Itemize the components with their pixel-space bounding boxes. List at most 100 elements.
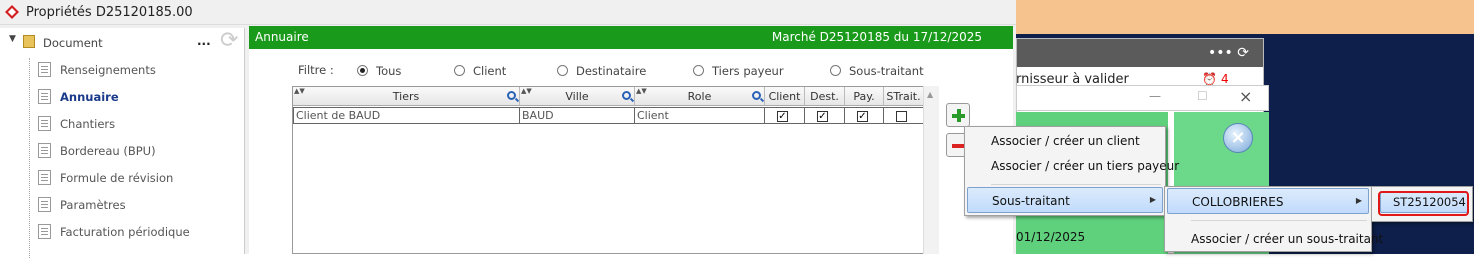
column-title: Ville [565, 90, 589, 103]
radio-icon [557, 65, 568, 76]
cell-strait [884, 107, 924, 124]
minimize-icon[interactable]: — [1149, 89, 1161, 103]
search-icon[interactable] [507, 91, 516, 100]
chevron-right-icon: ▶ [1149, 195, 1156, 204]
menu-item-associer-sous-traitant[interactable]: Associer / créer un sous-traitant [1167, 226, 1383, 252]
filter-radio-tiers-payeur[interactable]: Tiers payeur [693, 64, 784, 78]
radio-label: Tiers payeur [712, 64, 784, 78]
tree-item-label: Bordereau (BPU) [60, 144, 156, 158]
tree-item-label: Paramètres [60, 198, 126, 212]
document-icon [38, 62, 51, 77]
radio-label: Destinataire [576, 64, 647, 78]
column-title: Pay. [853, 90, 875, 103]
column-header-client[interactable]: Client [765, 87, 805, 106]
checkbox-dest[interactable]: ✓ [817, 111, 828, 122]
maximize-icon[interactable]: ☐ [1197, 89, 1208, 103]
alert-count-badge: 4 [1221, 72, 1229, 86]
column-title: Client [768, 90, 801, 103]
sort-icon[interactable]: ▲▼ [294, 87, 305, 95]
properties-window: Propriétés D25120185.00 ▼ Document ... ⟳… [0, 0, 1016, 258]
search-icon[interactable] [752, 91, 761, 100]
menu-item-sous-traitant[interactable]: Sous-traitant ▶ [967, 187, 1163, 213]
background-top-bar [1016, 0, 1474, 34]
document-icon [38, 197, 51, 212]
column-title: Role [687, 90, 712, 103]
cell-role[interactable]: Client [635, 107, 765, 124]
menu-item-label: Sous-traitant [992, 194, 1070, 208]
panel-title: Annuaire [255, 30, 309, 44]
cell-client: ✓ [765, 107, 805, 124]
window-titlebar: Propriétés D25120185.00 [0, 0, 1016, 25]
radio-icon [693, 65, 704, 76]
document-tree: ▼ Document ... ⟳ Renseignements Annuaire… [0, 28, 245, 258]
column-header-ville[interactable]: ▲▼ Ville [520, 87, 635, 106]
scroll-up-icon[interactable]: ▲ [927, 90, 933, 99]
column-title: STrait. [886, 90, 921, 103]
sort-icon[interactable]: ▲▼ [636, 87, 647, 95]
column-header-strait[interactable]: STrait. [884, 87, 924, 106]
table-scrollbar[interactable]: ▲ [923, 86, 939, 254]
radio-label: Sous-traitant [849, 64, 924, 78]
sort-icon[interactable]: ▲▼ [521, 87, 532, 95]
document-icon [38, 89, 51, 104]
panel-subtitle: Marché D25120185 du 17/12/2025 [771, 30, 982, 44]
column-header-tiers[interactable]: ▲▼ Tiers [293, 87, 520, 106]
document-icon [38, 224, 51, 239]
filter-radio-tous[interactable]: Tous [357, 64, 401, 78]
document-icon [38, 143, 51, 158]
tree-connector [29, 58, 30, 258]
folder-icon [23, 35, 35, 48]
tree-item-label: Annuaire [60, 90, 119, 104]
column-title: Tiers [392, 90, 420, 103]
menu-item-associer-tiers-payeur[interactable]: Associer / créer un tiers payeur [967, 153, 1179, 179]
window-title: Propriétés D25120185.00 [26, 5, 193, 20]
checkbox-client[interactable]: ✓ [777, 111, 788, 122]
checkbox-strait[interactable] [896, 111, 907, 122]
column-header-pay[interactable]: Pay. [845, 87, 884, 106]
panel-header: Annuaire Marché D25120185 du 17/12/2025 [249, 26, 1013, 49]
filter-radio-sous-traitant[interactable]: Sous-traitant [830, 64, 924, 78]
cell-dest: ✓ [805, 107, 845, 124]
filter-label: Filtre : [298, 63, 334, 77]
tree-item-label: Formule de révision [60, 171, 174, 185]
context-menu: Associer / créer un client Associer / cr… [964, 126, 1179, 216]
background-date: 01/12/2025 [1016, 230, 1086, 244]
radio-icon [454, 65, 465, 76]
column-title: Dest. [810, 90, 839, 103]
radio-label: Client [473, 64, 507, 78]
document-icon [38, 170, 51, 185]
tree-item-label: Renseignements [60, 63, 156, 77]
cell-ville[interactable]: BAUD [520, 107, 635, 124]
refresh-icon[interactable]: ⟳ [1237, 45, 1249, 61]
chevron-right-icon: ▶ [1355, 196, 1362, 205]
tree-item-label: Chantiers [60, 117, 116, 131]
cell-tiers[interactable]: Client de BAUD [293, 107, 520, 124]
app-logo-icon [5, 5, 19, 19]
highlight-annotation [1378, 191, 1469, 216]
filter-radio-client[interactable]: Client [454, 64, 506, 78]
close-icon[interactable]: × [1239, 87, 1252, 106]
radio-selected-icon [357, 65, 368, 76]
document-icon [38, 116, 51, 131]
more-options-icon[interactable]: ... [197, 34, 211, 48]
menu-item-associer-client[interactable]: Associer / créer un client [967, 128, 1163, 154]
sous-traitant-submenu: COLLOBRIERES ▶ Associer / créer un sous-t… [1164, 186, 1383, 252]
tree-root-document[interactable]: Document [43, 36, 103, 50]
radio-label: Tous [376, 64, 402, 78]
menu-item-collobrieres[interactable]: COLLOBRIERES ▶ [1167, 188, 1369, 214]
search-icon[interactable] [622, 91, 631, 100]
menu-item-label: COLLOBRIERES [1192, 195, 1284, 209]
background-window-bar: — ☐ × [1016, 85, 1269, 111]
radio-icon [830, 65, 841, 76]
alarm-clock-icon: ⏰ [1202, 72, 1217, 86]
checkbox-pay[interactable]: ✓ [857, 111, 868, 122]
more-dots-icon[interactable]: ••• [1208, 45, 1233, 61]
close-circle-icon[interactable]: × [1223, 123, 1253, 153]
chevron-down-icon[interactable]: ▼ [9, 34, 16, 44]
column-header-dest[interactable]: Dest. [805, 87, 845, 106]
menu-separator [1191, 220, 1367, 221]
column-header-role[interactable]: ▲▼ Role [635, 87, 765, 106]
add-button[interactable] [946, 103, 970, 127]
filter-radio-destinataire[interactable]: Destinataire [557, 64, 646, 78]
refresh-icon[interactable]: ⟳ [220, 28, 238, 53]
